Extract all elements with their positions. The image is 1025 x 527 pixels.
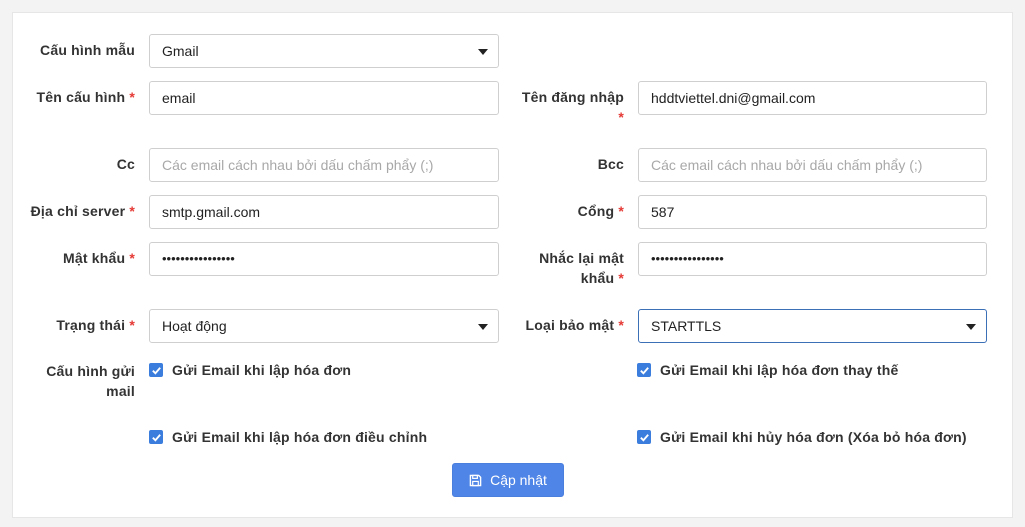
- option-send-on-create[interactable]: Gửi Email khi lập hóa đơn: [149, 360, 351, 380]
- checkbox-checked-icon[interactable]: [149, 363, 163, 377]
- save-icon: [469, 474, 482, 486]
- port-label: Cổng *: [577, 203, 624, 219]
- password-confirm-input[interactable]: ••••••••••••••••: [638, 242, 987, 276]
- server-label: Địa chỉ server *: [30, 203, 135, 219]
- send-config-label: Cấu hình gửi mail: [46, 363, 135, 399]
- template-select[interactable]: Gmail: [149, 34, 499, 68]
- chevron-down-icon: [478, 324, 488, 330]
- bcc-input[interactable]: Các email cách nhau bởi dấu chấm phẩy (;…: [638, 148, 987, 182]
- cc-input[interactable]: Các email cách nhau bởi dấu chấm phẩy (;…: [149, 148, 499, 182]
- password-label: Mật khẩu *: [62, 250, 135, 266]
- checkbox-checked-icon[interactable]: [637, 363, 651, 377]
- template-label: Cấu hình mẫu: [40, 42, 135, 58]
- cc-label: Cc: [116, 156, 135, 172]
- status-label: Trạng thái *: [56, 317, 135, 333]
- option-send-on-cancel[interactable]: Gửi Email khi hủy hóa đơn (Xóa bỏ hóa đơ…: [637, 427, 967, 447]
- security-label: Loại bảo mật *: [525, 317, 624, 333]
- email-config-panel: Cấu hình mẫu Gmail Tên cấu hình * email …: [12, 12, 1013, 518]
- bcc-label: Bcc: [597, 156, 624, 172]
- checkbox-checked-icon[interactable]: [637, 430, 651, 444]
- port-input[interactable]: 587: [638, 195, 987, 229]
- username-label: Tên đăng nhập *: [521, 89, 624, 125]
- username-input[interactable]: hddtviettel.dni@gmail.com: [638, 81, 987, 115]
- password-confirm-label: Nhắc lại mật khẩu *: [539, 250, 624, 286]
- config-name-label: Tên cấu hình *: [36, 89, 135, 105]
- chevron-down-icon: [478, 49, 488, 55]
- status-select[interactable]: Hoạt động: [149, 309, 499, 343]
- server-input[interactable]: smtp.gmail.com: [149, 195, 499, 229]
- config-name-input[interactable]: email: [149, 81, 499, 115]
- update-button[interactable]: Cập nhật: [452, 463, 564, 497]
- password-input[interactable]: ••••••••••••••••: [149, 242, 499, 276]
- option-send-on-replace[interactable]: Gửi Email khi lập hóa đơn thay thế: [637, 360, 898, 380]
- option-send-on-adjust[interactable]: Gửi Email khi lập hóa đơn điều chỉnh: [149, 427, 427, 447]
- checkbox-checked-icon[interactable]: [149, 430, 163, 444]
- chevron-down-icon: [966, 324, 976, 330]
- security-select[interactable]: STARTTLS: [638, 309, 987, 343]
